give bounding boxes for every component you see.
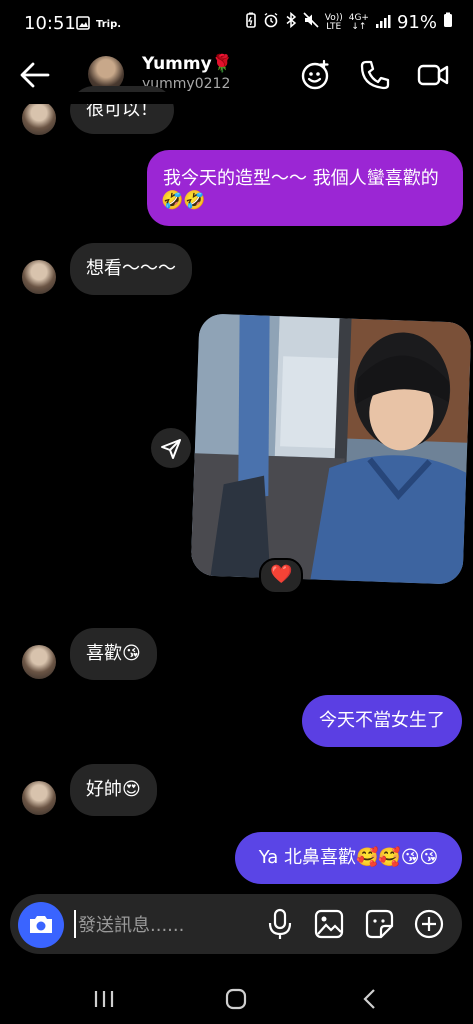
incoming-message[interactable]: 想看～～～ [70, 243, 192, 295]
back-arrow-icon[interactable] [18, 58, 52, 92]
status-time: 10:51 [24, 13, 76, 34]
alarm-icon [263, 12, 279, 33]
trip-app-badge: Trip. [96, 19, 122, 30]
share-button[interactable] [151, 428, 191, 468]
camera-button[interactable] [18, 902, 64, 948]
battery-saver-icon [245, 12, 257, 33]
plus-icon[interactable] [412, 907, 446, 941]
effects-icon[interactable] [298, 58, 332, 92]
gallery-notification-icon [76, 16, 90, 33]
back-nav-icon[interactable] [355, 984, 385, 1014]
shared-photo[interactable] [190, 313, 472, 585]
microphone-icon[interactable] [263, 907, 297, 941]
sticker-icon[interactable] [362, 907, 396, 941]
status-bar: 10:51 Trip. Vo)) LTE 4G+ ↓↑ 91% [0, 0, 473, 48]
reaction-badge[interactable]: ❤️ [259, 558, 303, 594]
recent-apps-icon[interactable] [89, 984, 119, 1014]
message-composer [10, 894, 462, 954]
outgoing-message[interactable]: 我今天的造型～～ 我個人蠻喜歡的 🤣🤣 [147, 150, 463, 226]
data-arrows-icon: ↓↑ [351, 21, 367, 32]
home-icon[interactable] [221, 984, 251, 1014]
message-line: 我今天的造型～～ 我個人蠻喜歡的 [163, 168, 439, 189]
outgoing-message[interactable]: Ya 北鼻喜歡🥰🥰😘😘 [235, 832, 462, 884]
incoming-message[interactable]: 好帥😍 [70, 764, 157, 816]
outgoing-message[interactable]: 今天不當女生了 [302, 695, 462, 747]
contact-avatar-small[interactable] [22, 101, 56, 135]
lte-label: LTE [326, 21, 342, 32]
system-nav-bar [0, 970, 473, 1024]
contact-avatar-small[interactable] [22, 781, 56, 815]
video-call-icon[interactable] [416, 58, 450, 92]
bluetooth-icon [285, 11, 297, 33]
contact-name[interactable]: Yummy🌹 [142, 54, 233, 74]
gallery-icon[interactable] [312, 907, 346, 941]
message-line: 🤣🤣 [161, 190, 206, 211]
photo-image [190, 313, 472, 585]
signal-icon [375, 12, 391, 33]
mute-icon [303, 12, 319, 33]
contact-avatar-small[interactable] [22, 645, 56, 679]
heart-icon: ❤️ [270, 564, 293, 585]
contact-avatar-small[interactable] [22, 260, 56, 294]
incoming-message[interactable]: 喜歡😘 [70, 628, 157, 680]
battery-percent: 91% [396, 12, 437, 33]
message-input[interactable] [76, 908, 260, 942]
phone-icon[interactable] [358, 58, 392, 92]
battery-icon [443, 12, 453, 33]
camera-icon [30, 916, 52, 933]
